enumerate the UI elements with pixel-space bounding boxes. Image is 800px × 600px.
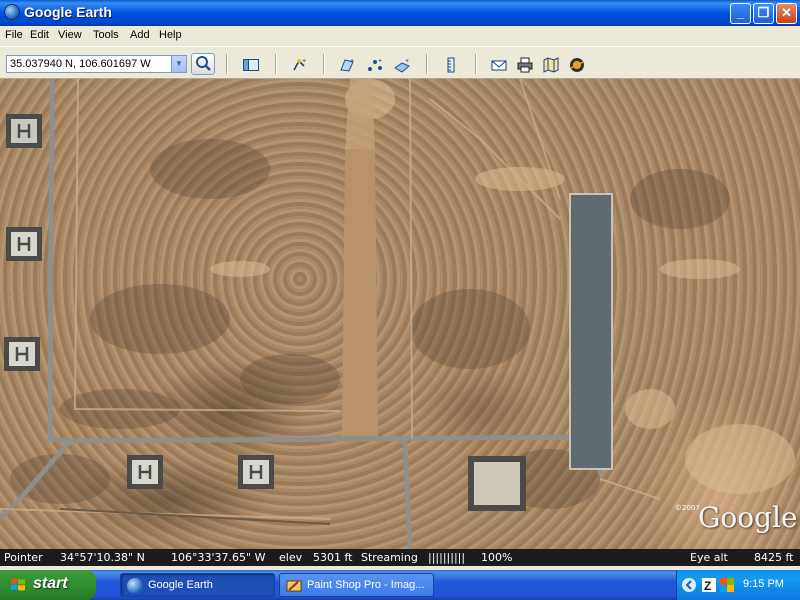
elev-value: 5301 ft [313, 551, 353, 564]
satellite-map-view[interactable]: ©2007 Google [0, 79, 800, 549]
print-icon[interactable] [517, 57, 533, 73]
sky-icon[interactable] [569, 57, 585, 73]
menu-tools[interactable]: Tools [93, 29, 119, 41]
taskbar-item-paint-shop-pro[interactable]: Paint Shop Pro - Imag... [279, 573, 434, 597]
search-icon [196, 56, 211, 71]
location-search-value: 35.037940 N, 106.601697 W [10, 58, 151, 70]
toolbar-separator [426, 54, 428, 74]
email-icon[interactable] [491, 57, 507, 73]
task-label: Google Earth [148, 579, 213, 591]
map-copyright: ©2007 [675, 504, 700, 512]
toolbar-separator [275, 54, 277, 74]
menu-file[interactable]: File [5, 29, 23, 41]
taskbar: start Google Earth Paint Shop Pro - Imag… [0, 570, 800, 600]
start-label: start [33, 575, 68, 592]
toolbar-separator [475, 54, 477, 74]
google-earth-icon [127, 578, 143, 594]
svg-text:+: + [302, 58, 306, 65]
eye-alt-value: 8425 ft [754, 551, 794, 564]
clock: 9:15 PM [743, 578, 784, 590]
task-label: Paint Shop Pro - Imag... [307, 579, 425, 591]
zonealarm-icon[interactable]: Z [701, 577, 717, 593]
maximize-button[interactable]: ❐ [753, 3, 774, 24]
ruler-icon[interactable] [443, 57, 459, 73]
toolbar-separator [323, 54, 325, 74]
paint-shop-pro-icon [286, 580, 302, 592]
toolbar-separator [226, 54, 228, 74]
eye-alt-label: Eye alt [690, 551, 728, 564]
streaming-bars: |||||||||| [428, 551, 466, 564]
toolbar: 35.037940 N, 106.601697 W ▼ + + + + [0, 46, 800, 79]
terrain-features [0, 79, 795, 549]
start-button[interactable]: start [0, 570, 96, 600]
path-icon[interactable]: + [367, 57, 383, 73]
placemark-icon[interactable]: + [291, 57, 307, 73]
chevron-down-icon[interactable]: ▼ [171, 56, 186, 72]
menu-edit[interactable]: Edit [30, 29, 49, 41]
window-title: Google Earth [24, 4, 112, 20]
pointer-latitude: 34°57'10.38" N [60, 551, 145, 564]
system-tray: Z 9:15 PM [676, 570, 800, 600]
menu-add[interactable]: Add [130, 29, 150, 41]
windows-flag-tray-icon[interactable] [719, 577, 735, 593]
minimize-button[interactable]: _ [730, 3, 751, 24]
taskbar-item-google-earth[interactable]: Google Earth [120, 573, 275, 597]
image-overlay-icon[interactable]: + [394, 57, 410, 73]
pointer-label: Pointer [4, 551, 43, 564]
title-bar: Google Earth _ ❐ ✕ [0, 0, 800, 26]
menu-view[interactable]: View [58, 29, 82, 41]
maps-icon[interactable] [543, 57, 559, 73]
svg-text:Z: Z [704, 579, 711, 593]
location-search-input[interactable]: 35.037940 N, 106.601697 W ▼ [6, 55, 187, 73]
svg-text:+: + [378, 58, 382, 65]
close-button[interactable]: ✕ [776, 3, 797, 24]
pointer-longitude: 106°33'37.65" W [171, 551, 266, 564]
google-earth-icon [4, 4, 20, 20]
polygon-icon[interactable]: + [339, 57, 355, 73]
menu-bar: File Edit View Tools Add Help [0, 26, 800, 45]
elev-label: elev [279, 551, 303, 564]
status-bar: Pointer 34°57'10.38" N 106°33'37.65" W e… [0, 549, 800, 566]
sidebar-toggle-icon[interactable] [243, 57, 259, 73]
google-watermark: Google [698, 501, 798, 534]
menu-help[interactable]: Help [159, 29, 182, 41]
search-button[interactable] [191, 53, 215, 75]
svg-text:+: + [350, 58, 354, 65]
chevron-left-icon[interactable] [681, 577, 697, 593]
streaming-label: Streaming [361, 551, 418, 564]
svg-text:+: + [405, 58, 409, 65]
windows-logo-icon [11, 578, 25, 591]
streaming-percent: 100% [481, 551, 513, 564]
